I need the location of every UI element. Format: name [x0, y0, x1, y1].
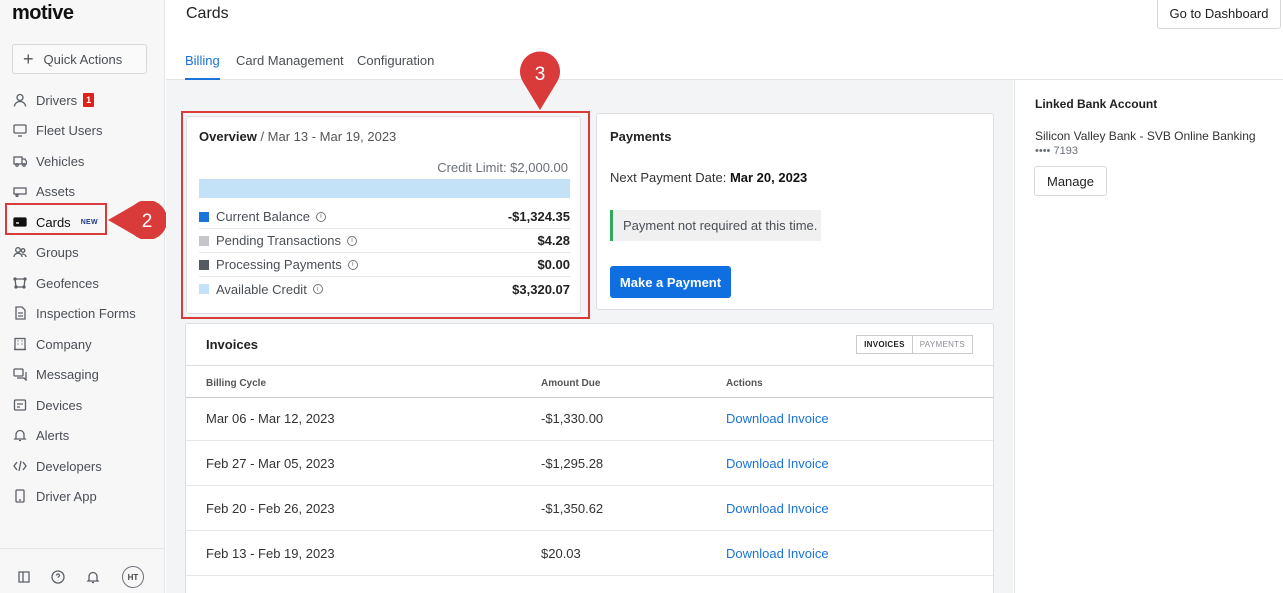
go-to-dashboard-button[interactable]: Go to Dashboard [1157, 0, 1281, 29]
truck-icon [12, 153, 28, 169]
sidebar-item-label: Developers [36, 458, 102, 474]
billing-cycle-cell: Feb 20 - Feb 26, 2023 [206, 501, 335, 516]
sidebar-item-alerts[interactable]: Alerts [12, 423, 69, 447]
amount-due-cell: -$1,330.00 [541, 411, 604, 426]
billing-cycle-cell: Feb 27 - Mar 05, 2023 [206, 456, 335, 471]
sidebar-item-fleet-users[interactable]: Fleet Users [12, 118, 102, 142]
cards-highlight-box [5, 203, 107, 235]
device-icon [12, 397, 28, 413]
sidebar-item-messaging[interactable]: Messaging [12, 362, 99, 386]
manage-bank-button[interactable]: Manage [1034, 166, 1107, 196]
linked-bank-name: Silicon Valley Bank - SVB Online Banking [1035, 129, 1256, 143]
sidebar-item-label: Assets [36, 183, 76, 199]
toggle-payments[interactable]: PAYMENTS [913, 336, 972, 353]
billing-cycle-cell: Feb 13 - Feb 19, 2023 [206, 546, 335, 561]
sidebar-footer: HT [0, 548, 165, 593]
geofence-icon [12, 275, 28, 291]
sidebar-item-inspection-forms[interactable]: Inspection Forms [12, 301, 136, 325]
table-row: Feb 13 - Feb 19, 2023 $20.03 Download In… [186, 531, 993, 576]
drivers-count-badge: 1 [83, 93, 95, 107]
group-icon [12, 244, 28, 260]
tab-configuration[interactable]: Configuration [357, 53, 434, 68]
quick-actions-label: Quick Actions [43, 51, 123, 67]
step-3-number: 3 [535, 64, 546, 85]
column-header-billing-cycle[interactable]: Billing Cycle [206, 378, 266, 389]
sidebar: motive + Quick Actions Drivers 1 Fleet U… [0, 0, 165, 593]
make-payment-button[interactable]: Make a Payment [610, 266, 731, 298]
payment-status-note: Payment not required at this time. [610, 210, 821, 241]
document-icon [12, 305, 28, 321]
next-payment-value: Mar 20, 2023 [729, 170, 808, 185]
billing-cycle-cell: Mar 06 - Mar 12, 2023 [206, 411, 335, 426]
tab-bar: Billing Card Management Configuration [166, 40, 1283, 80]
sidebar-item-label: Company [36, 336, 92, 352]
amount-due-cell: -$1,295.28 [541, 456, 604, 471]
linked-bank-title: Linked Bank Account [1035, 97, 1158, 111]
column-header-amount-due[interactable]: Amount Due [541, 378, 600, 389]
help-icon[interactable] [50, 569, 66, 585]
sidebar-item-drivers[interactable]: Drivers 1 [12, 88, 95, 112]
notifications-icon[interactable] [85, 569, 101, 585]
code-icon [12, 458, 28, 474]
sidebar-item-developers[interactable]: Developers [12, 454, 102, 478]
sidebar-item-label: Driver App [36, 488, 97, 504]
sidebar-item-label: Messaging [36, 366, 99, 382]
invoices-payments-toggle: INVOICES PAYMENTS [856, 335, 973, 354]
download-invoice-link[interactable]: Download Invoice [726, 456, 829, 471]
toggle-invoices[interactable]: INVOICES [857, 336, 913, 353]
tab-billing[interactable]: Billing [185, 53, 220, 68]
sidebar-item-geofences[interactable]: Geofences [12, 271, 99, 295]
sidebar-item-label: Fleet Users [36, 122, 103, 138]
phone-icon [12, 488, 28, 504]
step-3-callout: 3 [520, 51, 560, 110]
tab-card-management[interactable]: Card Management [236, 53, 344, 68]
invoices-title: Invoices [206, 337, 259, 352]
sidebar-item-label: Alerts [36, 427, 70, 443]
download-invoice-link[interactable]: Download Invoice [726, 501, 829, 516]
table-row: Feb 27 - Mar 05, 2023 -$1,295.28 Downloa… [186, 441, 993, 486]
sidebar-item-assets[interactable]: Assets [12, 179, 75, 203]
step-2-number: 2 [142, 211, 153, 232]
payments-title: Payments [610, 129, 672, 144]
monitor-icon [12, 122, 28, 138]
amount-due-cell: $20.03 [541, 546, 581, 561]
avatar[interactable]: HT [122, 566, 144, 588]
sidebar-item-driver-app[interactable]: Driver App [12, 484, 97, 508]
next-payment-label: Next Payment Date: [610, 170, 727, 185]
plus-icon: + [23, 49, 34, 69]
page-title: Cards [186, 5, 229, 22]
sidebar-item-label: Vehicles [36, 153, 85, 169]
chat-icon [12, 366, 28, 382]
sidebar-item-devices[interactable]: Devices [12, 393, 82, 417]
download-invoice-link[interactable]: Download Invoice [726, 411, 829, 426]
sidebar-item-label: Devices [36, 397, 83, 413]
next-payment-date: Next Payment Date: Mar 20, 2023 [610, 170, 807, 185]
building-icon [12, 336, 28, 352]
sidebar-item-groups[interactable]: Groups [12, 240, 79, 264]
sidebar-item-vehicles[interactable]: Vehicles [12, 149, 84, 173]
table-row: Feb 20 - Feb 26, 2023 -$1,350.62 Downloa… [186, 486, 993, 531]
table-row: Mar 06 - Mar 12, 2023 -$1,330.00 Downloa… [186, 396, 993, 441]
step-2-callout: 2 [108, 201, 168, 239]
user-icon [12, 92, 28, 108]
linked-bank-account-number: •••• 7193 [1035, 145, 1078, 157]
trailer-icon [12, 183, 28, 199]
payments-card: Payments Next Payment Date: Mar 20, 2023… [596, 113, 994, 310]
book-icon[interactable] [16, 569, 32, 585]
invoices-table-header: Billing Cycle Amount Due Actions [186, 365, 993, 398]
column-header-actions: Actions [726, 378, 763, 389]
amount-due-cell: -$1,350.62 [541, 501, 604, 516]
quick-actions-button[interactable]: + Quick Actions [12, 44, 147, 74]
sidebar-item-label: Groups [36, 244, 79, 260]
bell-icon [12, 427, 28, 443]
sidebar-item-label: Drivers [36, 92, 78, 108]
invoices-card: Invoices INVOICES PAYMENTS Billing Cycle… [185, 323, 994, 593]
sidebar-item-company[interactable]: Company [12, 332, 92, 356]
sidebar-item-label: Geofences [36, 275, 99, 291]
download-invoice-link[interactable]: Download Invoice [726, 546, 829, 561]
motive-logo[interactable]: motive [12, 2, 74, 25]
overview-highlight-box [181, 111, 590, 319]
sidebar-item-label: Inspection Forms [36, 305, 136, 321]
